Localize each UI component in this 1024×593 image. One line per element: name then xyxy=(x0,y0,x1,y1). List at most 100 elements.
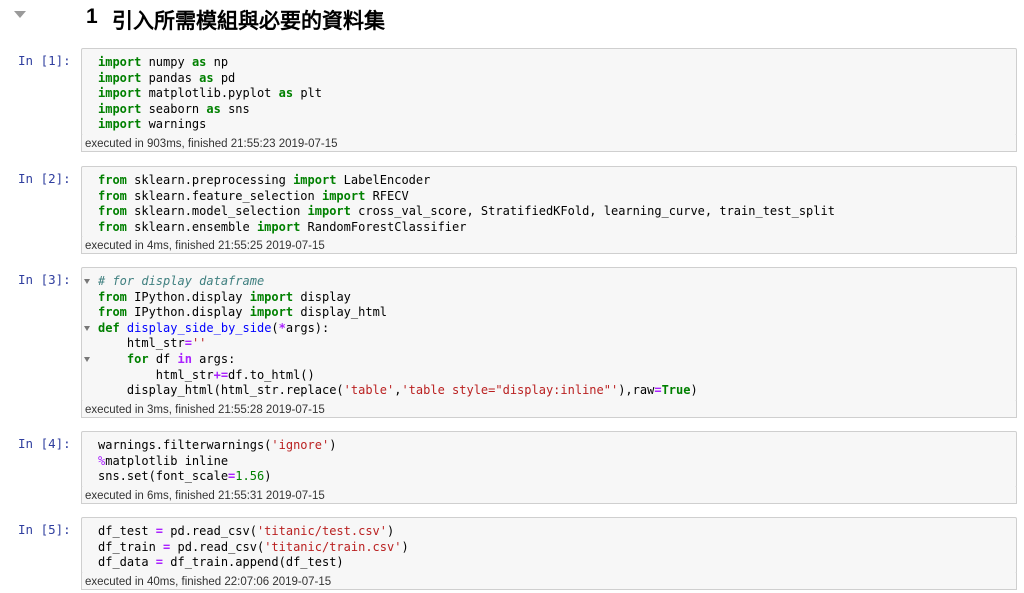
code-token: RandomForestClassifier xyxy=(300,219,467,234)
code-input[interactable]: df_test = pd.read_csv('titanic/test.csv'… xyxy=(81,517,1017,574)
section-heading: 1 引入所需模組與必要的資料集 xyxy=(0,0,1024,36)
code-token: = xyxy=(155,555,164,570)
code-token: 'table' xyxy=(343,383,395,398)
code-token: import xyxy=(98,55,142,69)
code-token: display_html xyxy=(293,305,388,320)
execution-info: executed in 6ms, finished 21:55:31 2019-… xyxy=(81,487,1017,504)
fold-arrow-icon[interactable] xyxy=(84,357,90,362)
code-token: args: xyxy=(191,351,236,366)
code-token: df xyxy=(148,351,178,366)
collapse-caret-icon[interactable] xyxy=(14,11,26,18)
code-token: def xyxy=(98,320,120,335)
code-token: as xyxy=(199,70,214,85)
cell-prompt: In [5]: xyxy=(18,522,71,537)
code-token: import xyxy=(98,86,142,101)
code-token: df.to_html() xyxy=(228,367,315,382)
code-token: display_html(html_str.replace( xyxy=(98,383,344,398)
code-token: plt xyxy=(293,86,322,101)
code-input[interactable]: import numpy as np import pandas as pd i… xyxy=(81,48,1017,136)
code-token: from xyxy=(98,173,127,187)
code-block: # for display dataframe from IPython.dis… xyxy=(98,274,698,399)
code-token: import xyxy=(256,219,301,234)
code-token: ) xyxy=(329,438,337,452)
code-token: display_side_by_side xyxy=(126,320,272,335)
code-token: from xyxy=(98,289,127,304)
code-input[interactable]: warnings.filterwarnings('ignore') %matpl… xyxy=(81,431,1017,488)
code-token: display xyxy=(293,289,351,304)
code-token: * xyxy=(278,320,286,335)
code-block: warnings.filterwarnings('ignore') %matpl… xyxy=(98,438,336,485)
code-token: from xyxy=(98,188,127,203)
code-token: ) xyxy=(264,469,272,484)
code-token: from xyxy=(98,219,127,234)
code-token: sklearn.preprocessing xyxy=(126,173,294,187)
code-token: = xyxy=(155,524,164,538)
code-token: seaborn xyxy=(141,101,207,116)
cell-prompt: In [3]: xyxy=(18,272,71,287)
code-block: from sklearn.preprocessing import LabelE… xyxy=(98,173,835,235)
code-token: sns.set(font_scale xyxy=(98,469,229,484)
cell-prompt: In [1]: xyxy=(18,53,71,68)
execution-info: executed in 4ms, finished 21:55:25 2019-… xyxy=(81,237,1017,254)
code-token: np xyxy=(206,55,229,69)
code-token: sklearn.feature_selection xyxy=(126,188,322,203)
heading-number: 1 xyxy=(86,5,98,28)
code-token: df_data xyxy=(98,555,156,570)
code-token: html_str xyxy=(98,367,214,382)
code-token: 'titanic/train.csv' xyxy=(264,539,402,554)
code-token: matplotlib.pyplot xyxy=(141,86,279,101)
code-token: ),raw xyxy=(618,383,655,398)
code-token: sklearn.ensemble xyxy=(126,219,257,234)
code-token: args): xyxy=(285,320,330,335)
fold-arrow-icon[interactable] xyxy=(84,326,90,331)
code-token: as xyxy=(278,86,294,101)
code-token: import xyxy=(293,173,337,187)
code-input[interactable]: from sklearn.preprocessing import LabelE… xyxy=(81,166,1017,238)
execution-info: executed in 903ms, finished 21:55:23 201… xyxy=(81,135,1017,152)
fold-arrow-icon[interactable] xyxy=(84,279,90,284)
code-token: as xyxy=(206,101,221,116)
code-token: True xyxy=(661,383,691,398)
code-token: IPython.display xyxy=(126,305,250,320)
code-input[interactable]: # for display dataframe from IPython.dis… xyxy=(81,267,1017,402)
cell-prompt: In [2]: xyxy=(18,171,71,186)
code-token: warnings xyxy=(141,117,207,132)
code-token: df_train xyxy=(98,539,164,554)
code-cell-3: In [3]: # for display dataframe from IPy… xyxy=(0,267,1024,419)
code-token: LabelEncoder xyxy=(336,173,431,187)
code-cell-5: In [5]: df_test = pd.read_csv('titanic/t… xyxy=(0,517,1024,592)
code-token: ) xyxy=(690,383,698,398)
code-token: from xyxy=(98,204,127,219)
code-token: html_str xyxy=(98,336,185,351)
code-token: sns xyxy=(220,101,250,116)
code-token: 'table style="display:inline"' xyxy=(401,383,619,398)
cell-prompt: In [4]: xyxy=(18,436,71,451)
code-token: pd.read_csv( xyxy=(170,539,265,554)
code-token: ) xyxy=(387,524,395,538)
code-token: 'titanic/test.csv' xyxy=(256,524,387,538)
code-token: 'ignore' xyxy=(271,438,330,452)
code-token: import xyxy=(98,101,142,116)
code-block: import numpy as np import pandas as pd i… xyxy=(98,55,322,133)
execution-info: executed in 3ms, finished 21:55:28 2019-… xyxy=(81,401,1017,418)
code-token: ) xyxy=(401,539,409,554)
code-token: '' xyxy=(191,336,207,351)
code-token: RFECV xyxy=(365,188,409,203)
code-token: import xyxy=(321,188,366,203)
code-token: import xyxy=(98,117,142,132)
code-token: as xyxy=(191,55,207,69)
code-token: from xyxy=(98,305,127,320)
code-token: cross_val_score, StratifiedKFold, learni… xyxy=(350,204,835,219)
code-token: pd xyxy=(213,70,236,85)
heading-title: 引入所需模組與必要的資料集 xyxy=(112,9,385,33)
code-token: sklearn.model_selection xyxy=(126,204,308,219)
code-token: import xyxy=(98,70,142,85)
code-token: import xyxy=(307,204,351,219)
code-cell-2: In [2]: from sklearn.preprocessing impor… xyxy=(0,166,1024,255)
code-token: in xyxy=(177,351,192,366)
code-cell-4: In [4]: warnings.filterwarnings('ignore'… xyxy=(0,431,1024,506)
code-token: IPython.display xyxy=(126,289,250,304)
code-token: ( xyxy=(271,320,279,335)
